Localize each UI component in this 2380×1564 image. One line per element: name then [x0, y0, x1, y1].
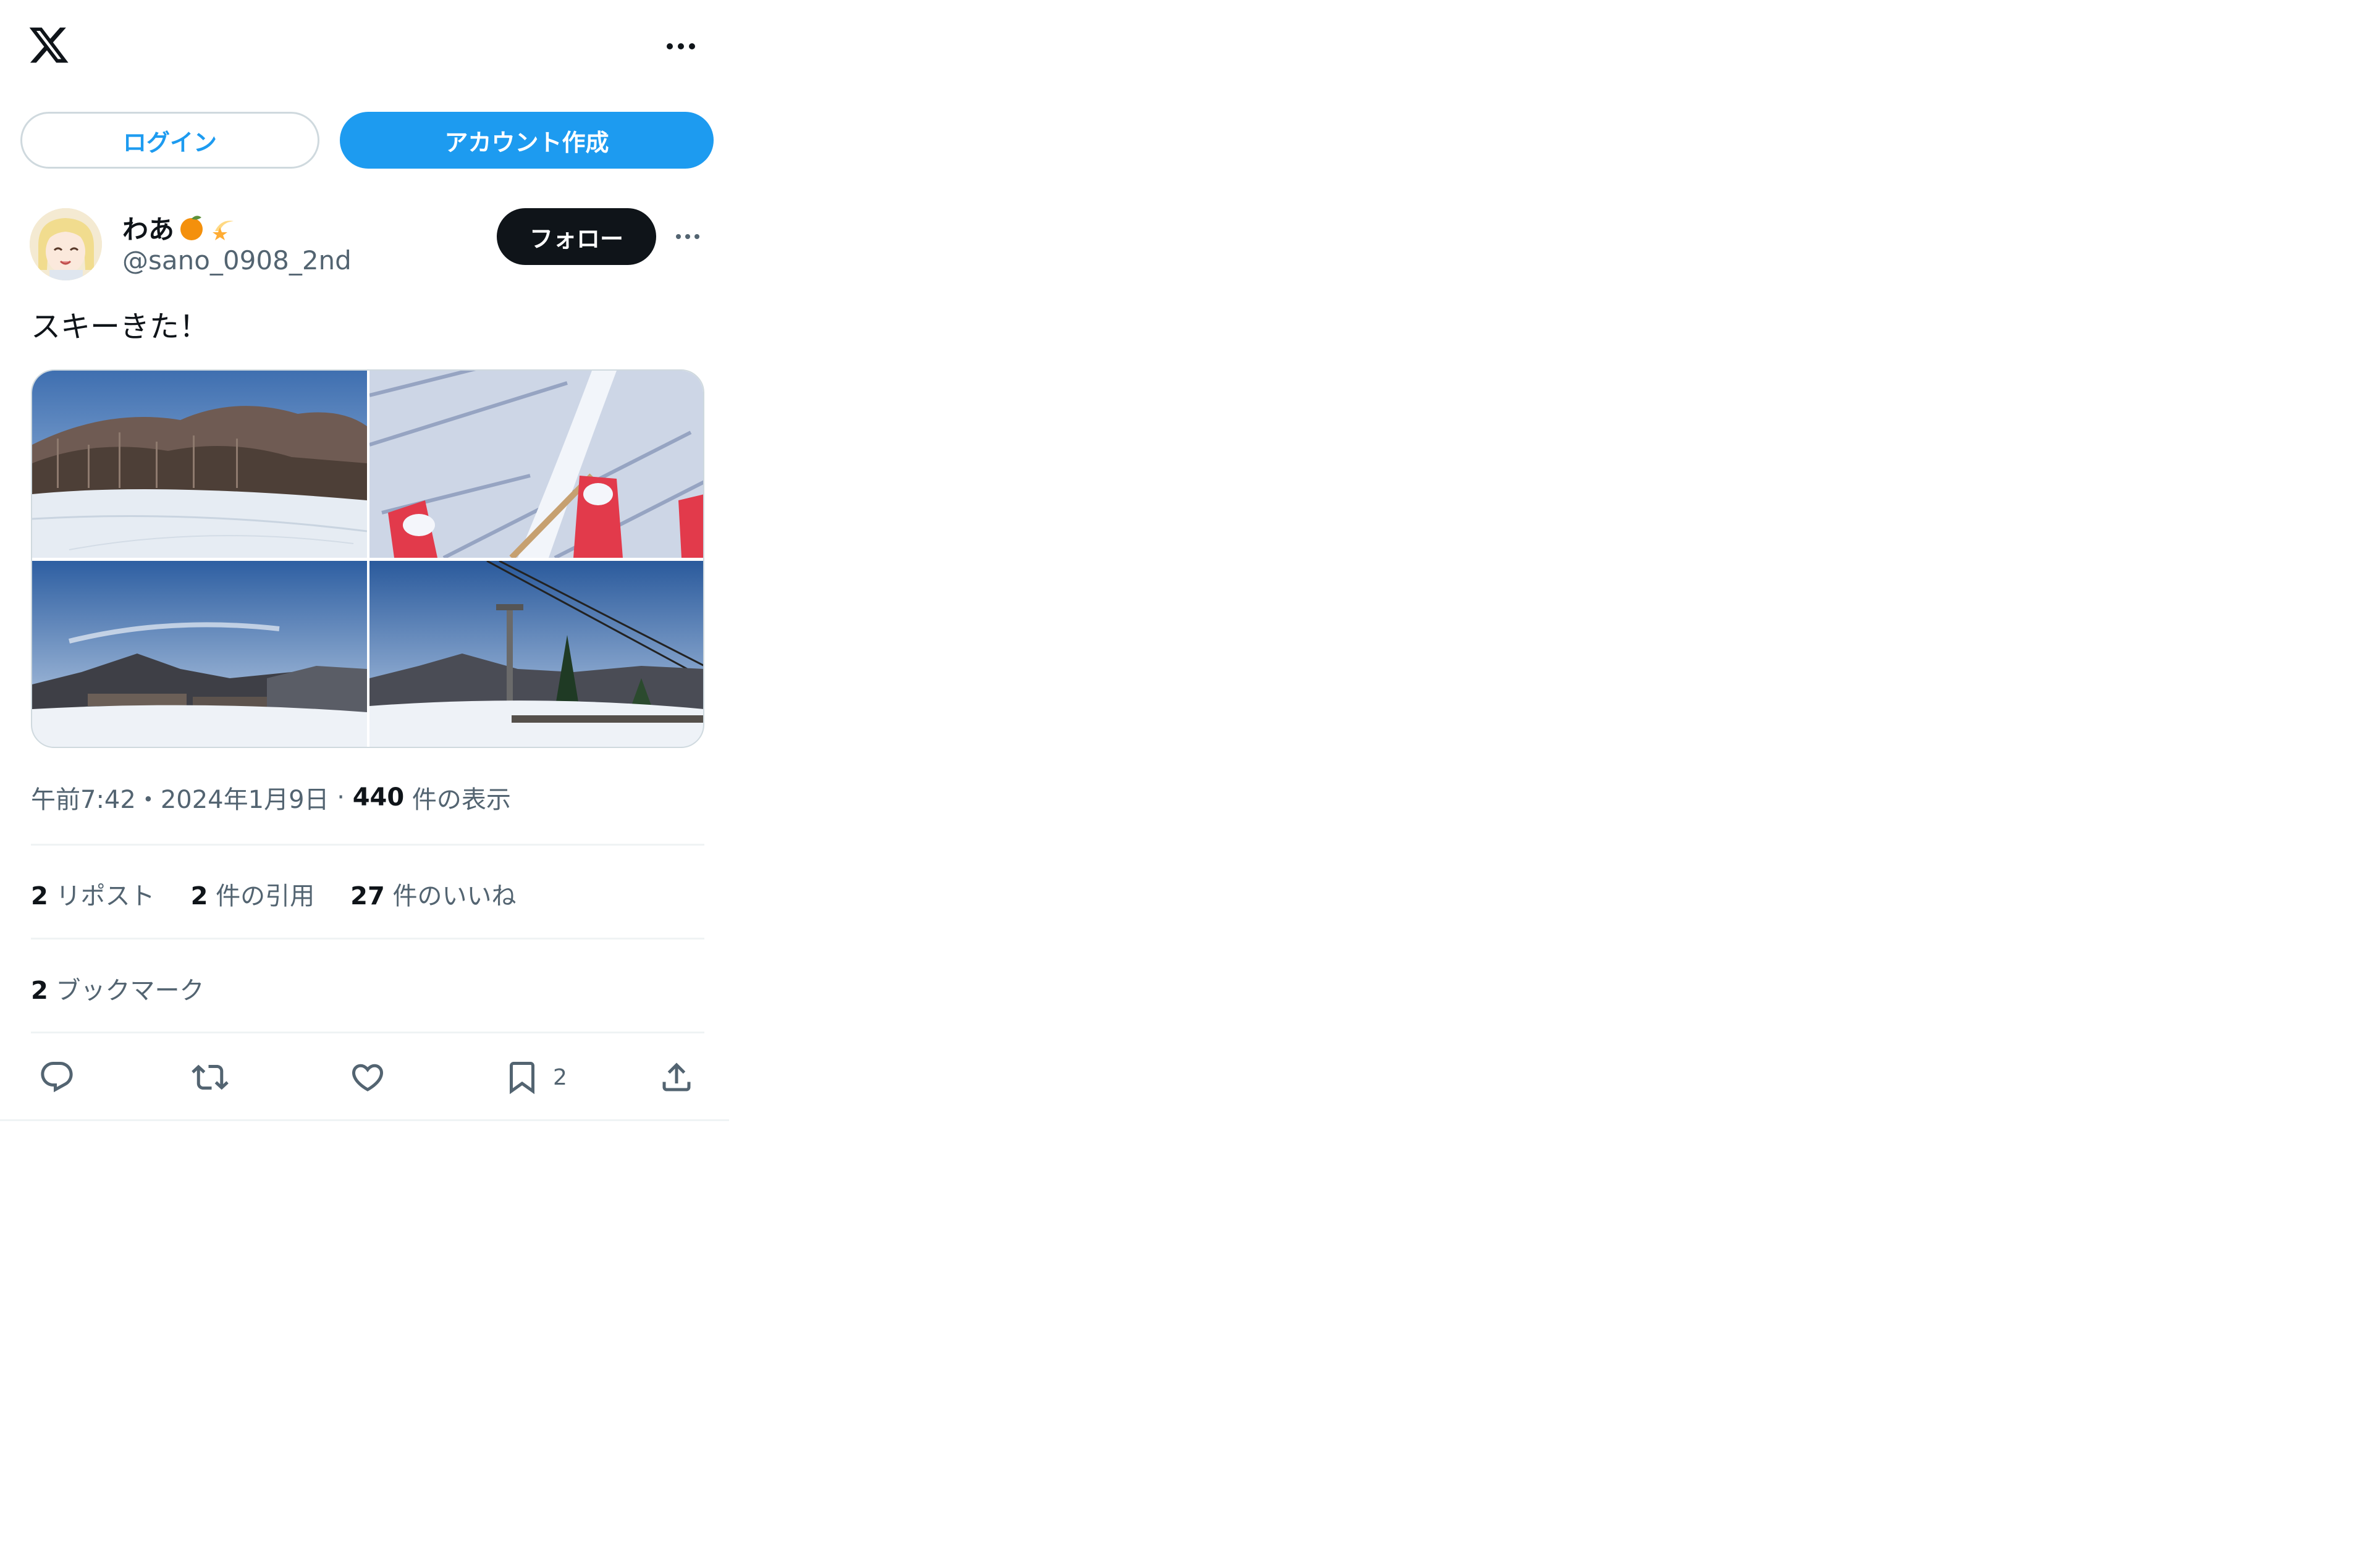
bookmark-count: 2	[553, 1064, 567, 1090]
tweet-stats: 2 リポスト 2 件の引用 27 件のいいね	[31, 876, 517, 912]
mountain-ski-resort-photo[interactable]	[32, 561, 367, 747]
anime-avatar-icon	[30, 208, 102, 280]
ski-boots-snow-photo[interactable]	[369, 371, 703, 558]
share-button[interactable]	[658, 1057, 695, 1097]
x-logo-icon[interactable]	[27, 23, 70, 67]
more-horizontal-icon[interactable]	[661, 34, 704, 59]
likes-label: 件のいいね	[384, 882, 517, 910]
bookmarks-stat: 2 ブックマーク	[31, 970, 205, 1006]
follow-button[interactable]: フォロー	[497, 208, 656, 265]
tweet-time[interactable]: 午前7:42	[31, 780, 136, 815]
create-account-button[interactable]: アカウント作成	[340, 112, 714, 169]
tweet-date[interactable]: 2024年1月9日	[161, 780, 329, 815]
dizzy-star-emoji-icon	[213, 221, 234, 240]
repost-button[interactable]	[192, 1057, 229, 1097]
bookmark-button[interactable]: 2	[504, 1057, 567, 1097]
like-button[interactable]	[349, 1057, 386, 1097]
media-grid	[31, 369, 704, 748]
divider	[31, 844, 704, 846]
views-label: 件の表示	[404, 786, 511, 814]
quotes-label: 件の引用	[208, 882, 315, 910]
bookmarks-count: 2	[31, 977, 48, 1005]
author-handle[interactable]: @sano_0908_2nd	[122, 245, 352, 275]
tweet-column: ログイン アカウント作成 わあ @sano_0908_2nd フォロー スキーき…	[0, 0, 729, 1121]
ski-slope-birch-forest-photo[interactable]	[32, 371, 367, 558]
page: ログイン アカウント作成 わあ @sano_0908_2nd フォロー スキーき…	[0, 0, 2380, 1564]
retweet-icon	[192, 1064, 229, 1090]
divider	[31, 1032, 704, 1033]
avatar[interactable]	[30, 208, 102, 280]
heart-icon	[352, 1064, 384, 1091]
bookmark-icon	[510, 1062, 534, 1095]
likes-stat[interactable]: 27 件のいいね	[350, 876, 516, 912]
reply-button[interactable]	[38, 1057, 75, 1097]
orange-emoji-icon	[180, 216, 203, 240]
tweet-text: スキーきた！	[31, 309, 209, 344]
divider	[31, 938, 704, 940]
tweet-meta: 午前7:42 ・ 2024年1月9日 · 440 件の表示	[31, 780, 511, 815]
author-display-name[interactable]: わあ	[122, 209, 238, 246]
bookmarks-label: ブックマーク	[48, 977, 205, 1005]
reply-icon	[41, 1062, 73, 1093]
likes-count: 27	[350, 882, 385, 910]
reposts-count: 2	[31, 882, 48, 910]
quotes-stat[interactable]: 2 件の引用	[191, 876, 315, 912]
meta-separator: ・	[135, 786, 161, 814]
views-count: 440	[352, 783, 405, 812]
share-icon	[662, 1062, 691, 1091]
tweet-more-icon[interactable]	[672, 226, 703, 247]
ski-lift-cable-photo[interactable]	[369, 561, 703, 747]
reposts-stat[interactable]: 2 リポスト	[31, 876, 155, 912]
quotes-count: 2	[190, 882, 208, 910]
reposts-label: リポスト	[48, 882, 155, 910]
meta-separator: ·	[329, 783, 353, 812]
login-button[interactable]: ログイン	[20, 112, 319, 169]
display-name-text: わあ	[122, 214, 175, 245]
